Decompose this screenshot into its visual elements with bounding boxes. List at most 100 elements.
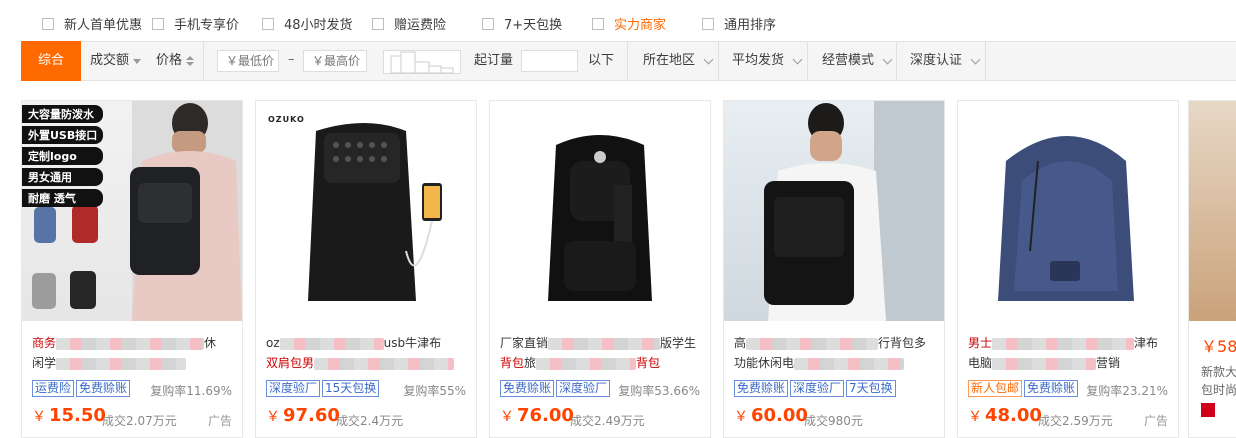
checkbox[interactable] bbox=[372, 17, 384, 30]
checkbox[interactable] bbox=[262, 17, 274, 30]
sales-volume: 成交2.59万元 bbox=[1038, 414, 1113, 428]
region-dropdown[interactable]: 所在地区 bbox=[643, 42, 714, 80]
divider bbox=[807, 42, 808, 80]
tag[interactable]: 免费赊账 bbox=[76, 380, 131, 397]
service-tags: 免费赊账 深度验厂 7天包换 bbox=[734, 380, 896, 397]
divider bbox=[627, 42, 628, 80]
product-card[interactable]: 大容量防泼水 外置USB接口 定制logo 男女通用 耐磨 透气 商务休 闲学 … bbox=[21, 100, 243, 438]
product-title[interactable]: 高行背包多 功能休闲电 bbox=[734, 333, 936, 373]
product-image[interactable] bbox=[724, 101, 944, 321]
product-title[interactable]: 男士 津布 电脑 营销 bbox=[968, 333, 1170, 373]
product-title[interactable]: 新款大 包时尚 bbox=[1201, 363, 1236, 399]
triangle-down-icon bbox=[133, 58, 142, 64]
tag[interactable]: 深度验厂 bbox=[556, 380, 611, 397]
sort-comprehensive-button[interactable]: 综合 bbox=[21, 41, 81, 81]
tag[interactable]: 免费赊账 bbox=[734, 380, 789, 397]
filter-row: 新人首单优惠 手机专享价 48小时发货 赠运费险 7+天包换 实力商家 通用排序 bbox=[0, 0, 1236, 42]
divider bbox=[718, 42, 719, 80]
filter-shipping-insurance[interactable]: 赠运费险 bbox=[372, 14, 446, 33]
product-image[interactable] bbox=[958, 101, 1178, 321]
divider bbox=[985, 42, 986, 80]
divider bbox=[203, 42, 204, 80]
tag[interactable]: 新人包邮 bbox=[968, 380, 1023, 397]
filter-7day-exchange[interactable]: 7+天包换 bbox=[482, 14, 562, 33]
filter-strong-merchant[interactable]: 实力商家 bbox=[592, 14, 666, 33]
product-image[interactable]: OZUKO bbox=[256, 101, 476, 321]
backpack-photo bbox=[548, 135, 652, 301]
product-title[interactable]: 厂家直销 版学生 背包旅 背包 bbox=[500, 333, 702, 373]
checkbox[interactable] bbox=[702, 17, 714, 30]
product-image[interactable]: 大容量防泼水 外置USB接口 定制logo 男女通用 耐磨 透气 bbox=[22, 101, 242, 321]
tag[interactable]: 深度验厂 bbox=[790, 380, 845, 397]
service-tags: 运费险 免费赊账 bbox=[32, 380, 131, 397]
promo-labels: 大容量防泼水 外置USB接口 定制logo 男女通用 耐磨 透气 bbox=[22, 105, 104, 207]
backpack-photo bbox=[764, 101, 944, 321]
repurchase-rate: 复购率11.69% bbox=[150, 384, 232, 398]
sort-volume-button[interactable]: 成交额 bbox=[90, 42, 142, 80]
price-range-dash: – bbox=[288, 52, 295, 67]
brand-logo: OZUKO bbox=[268, 115, 305, 124]
product-card[interactable]: OZUKO oz usb牛津布 双肩包男 深度验厂 15天包换 复购率55% ￥ 9… bbox=[255, 100, 477, 438]
repurchase-rate: 复购率53.66% bbox=[618, 384, 700, 398]
filter-new-user[interactable]: 新人首单优惠 bbox=[42, 14, 142, 33]
redacted-text bbox=[279, 337, 384, 350]
checkbox[interactable] bbox=[482, 17, 494, 30]
price: ￥ 60.00 bbox=[734, 405, 808, 426]
min-order-label: 起订量 bbox=[474, 53, 514, 68]
chevron-down-icon bbox=[970, 54, 981, 64]
chevron-down-icon bbox=[882, 54, 893, 64]
sort-price-button[interactable]: 价格 bbox=[156, 42, 195, 80]
redacted-text bbox=[536, 357, 637, 370]
ad-label: 广告 bbox=[1143, 414, 1168, 428]
divider bbox=[896, 42, 897, 80]
sales-volume: 成交2.49万元 bbox=[570, 414, 645, 428]
service-tags: 深度验厂 15天包换 bbox=[266, 380, 380, 397]
repurchase-rate: 复购率55% bbox=[403, 384, 466, 398]
filter-general-sort[interactable]: 通用排序 bbox=[702, 14, 776, 33]
min-order-suffix: 以下 bbox=[588, 53, 615, 68]
product-card[interactable]: 高行背包多 功能休闲电 免费赊账 深度验厂 7天包换 ￥ 60.00 成交980元 bbox=[723, 100, 945, 438]
business-mode-dropdown[interactable]: 经营模式 bbox=[822, 42, 893, 80]
service-tags: 新人包邮 免费赊账 bbox=[968, 380, 1079, 397]
tag[interactable]: 运费险 bbox=[32, 380, 75, 397]
checkbox[interactable] bbox=[152, 17, 164, 30]
shipping-dropdown[interactable]: 平均发货 bbox=[732, 42, 803, 80]
tag[interactable]: 深度验厂 bbox=[266, 380, 321, 397]
product-image[interactable] bbox=[490, 101, 710, 321]
redacted-text bbox=[548, 337, 661, 350]
tag[interactable]: 免费赊账 bbox=[1024, 380, 1079, 397]
service-tags: 免费赊账 深度验厂 bbox=[500, 380, 611, 397]
min-order-input[interactable] bbox=[521, 50, 578, 72]
sales-volume: 成交2.4万元 bbox=[336, 414, 404, 428]
redacted-text bbox=[746, 337, 879, 350]
filter-48h-shipping[interactable]: 48小时发货 bbox=[262, 14, 353, 33]
checkbox[interactable] bbox=[42, 17, 54, 30]
badge-icon bbox=[1201, 403, 1215, 417]
min-price-input[interactable] bbox=[217, 50, 279, 72]
redacted-text bbox=[992, 337, 1135, 350]
checkbox[interactable] bbox=[592, 17, 604, 30]
repurchase-rate: 复购率23.21% bbox=[1086, 384, 1168, 398]
product-title[interactable]: 商务休 闲学 bbox=[32, 333, 234, 373]
redacted-text bbox=[56, 337, 205, 350]
tag[interactable]: 7天包换 bbox=[846, 380, 896, 397]
chevron-down-icon bbox=[792, 54, 803, 64]
redacted-text bbox=[992, 357, 1097, 370]
tag[interactable]: 15天包换 bbox=[322, 380, 380, 397]
filter-mobile-price[interactable]: 手机专享价 bbox=[152, 14, 239, 33]
certification-dropdown[interactable]: 深度认证 bbox=[910, 42, 981, 80]
sort-updown-icon bbox=[186, 56, 195, 66]
product-card[interactable]: 男士 津布 电脑 营销 新人包邮 免费赊账 复购率23.21% ￥ 48.00 成交2… bbox=[957, 100, 1179, 438]
backpack-photo bbox=[308, 123, 442, 301]
product-title[interactable]: oz usb牛津布 双肩包男 bbox=[266, 333, 468, 373]
product-card-partial[interactable]: ￥58 新款大 包时尚 bbox=[1188, 100, 1236, 438]
chevron-down-icon bbox=[703, 54, 714, 64]
tag[interactable]: 免费赊账 bbox=[500, 380, 555, 397]
redacted-text bbox=[314, 357, 455, 370]
product-card[interactable]: 厂家直销 版学生 背包旅 背包 免费赊账 深度验厂 复购率53.66% ￥ 76.00… bbox=[489, 100, 711, 438]
sales-volume: 成交980元 bbox=[804, 414, 863, 428]
ad-label: 广告 bbox=[207, 414, 232, 428]
price: ￥ 76.00 bbox=[500, 405, 574, 426]
max-price-input[interactable] bbox=[303, 50, 367, 72]
product-image[interactable] bbox=[1189, 101, 1236, 321]
